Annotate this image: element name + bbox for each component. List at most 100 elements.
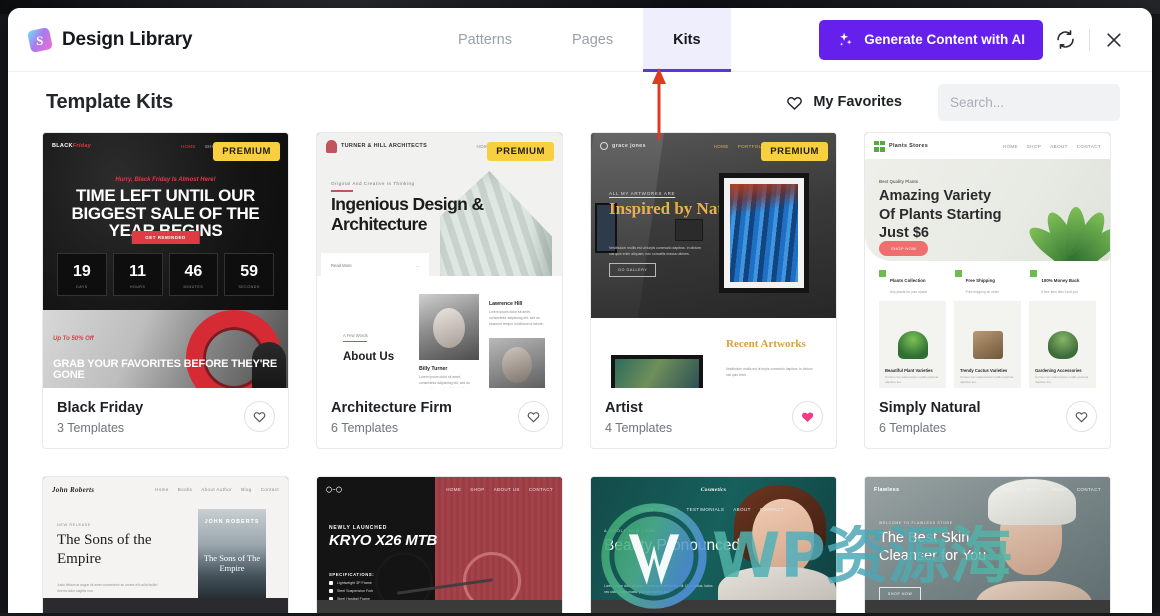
kits-grid: BLACKFriday HOMESHOPABOUTCONTACT Hurry, … xyxy=(42,132,1118,613)
product-sub: Cursus nec ullamcorper mattis pulvinar d… xyxy=(960,375,1015,385)
preview-kicker: WELCOME TO FLAWLESS STORE xyxy=(879,521,953,525)
logo-mark-icon xyxy=(874,141,885,152)
ai-button-label: Generate Content with AI xyxy=(864,32,1025,47)
kit-thumbnail[interactable]: John Roberts HomeBooksAbout AuthorBlogCo… xyxy=(43,477,288,613)
countdown-value: 59 xyxy=(225,264,273,280)
kit-card-black-friday[interactable]: BLACKFriday HOMESHOPABOUTCONTACT Hurry, … xyxy=(42,132,289,449)
preview-products: Beautiful Plant Varieties Cursus nec ull… xyxy=(879,301,1096,388)
preview-footer-band xyxy=(865,600,1110,613)
feature-icon xyxy=(1030,270,1037,277)
logo-mark-icon xyxy=(326,140,337,153)
kit-thumbnail[interactable]: BLACKFriday HOMESHOPABOUTCONTACT Hurry, … xyxy=(43,133,288,388)
search-box[interactable] xyxy=(938,84,1120,121)
preview-cta: GET REMINDED xyxy=(131,231,200,244)
premium-badge: PREMIUM xyxy=(761,142,828,161)
library-toolbar: Template Kits My Favorites xyxy=(8,72,1152,132)
book-author: JOHN ROBERTS xyxy=(198,519,266,525)
close-icon xyxy=(1104,30,1124,50)
preview-kicker: Original And Creative In Thinking xyxy=(331,181,415,186)
countdown-cell: 11 HOURS xyxy=(113,253,163,296)
modal-header: S Design Library Patterns Pages Kits Gen… xyxy=(8,8,1152,72)
my-favorites-button[interactable]: My Favorites xyxy=(785,93,902,112)
preview-nav: Cosmetics xyxy=(591,477,836,503)
preview-logo-text: Plants Stores xyxy=(889,143,928,149)
preview-nav-links: HOMESHOPABOUTCONTACT xyxy=(1003,487,1101,492)
countdown-cell: 19 DAYS xyxy=(57,253,107,296)
countdown-label: SECONDS xyxy=(225,285,273,289)
kit-card-flawless[interactable]: Flawless HOMESHOPABOUTCONTACT WELCOME TO… xyxy=(864,476,1111,613)
feature-item: Free Shipping Free shipping on order xyxy=(955,269,1021,295)
preview-cosmetics: Cosmetics HOMESHOPTESTIMONIALSABOUTCONTA… xyxy=(591,477,836,613)
refresh-button[interactable] xyxy=(1043,18,1087,62)
kit-thumbnail[interactable]: ◯–◯ HOMESHOPABOUT USCONTACT NEWLY LAUNCH… xyxy=(317,477,562,613)
kit-thumbnail[interactable]: Plants Stores HOMESHOPABOUTCONTACT xyxy=(865,133,1110,388)
countdown-label: DAYS xyxy=(58,285,106,289)
preview-section-title: Recent Artworks xyxy=(726,338,806,350)
bike-icon: ◯–◯ xyxy=(326,487,342,493)
preview-person-body: Lorem ipsum dolor sit amet, consectetur … xyxy=(489,310,547,327)
brand: S Design Library xyxy=(8,29,428,51)
preview-kicker: NEW RELEASE xyxy=(57,523,91,527)
kit-template-count: 4 Templates xyxy=(605,421,784,435)
kit-card-footer: Black Friday 3 Templates xyxy=(43,388,288,448)
kit-card-bike-store[interactable]: ◯–◯ HOMESHOPABOUT USCONTACT NEWLY LAUNCH… xyxy=(316,476,563,613)
preview-headline: The Sons of the Empire xyxy=(57,531,177,571)
logo-mark-icon xyxy=(600,142,608,150)
kit-thumbnail[interactable]: grace jones HOMEPORTFOLIOABOUTCONTACT AL… xyxy=(591,133,836,388)
tab-pages[interactable]: Pages xyxy=(542,8,643,72)
preview-person-1: Lawrence Hill xyxy=(489,301,522,307)
kit-card-footer: Simply Natural 6 Templates xyxy=(865,388,1110,448)
preview-logo-text: TURNER & HILL ARCHITECTS xyxy=(341,143,427,149)
preview-nav: John Roberts HomeBooksAbout AuthorBlogCo… xyxy=(43,477,288,503)
product-sub: Cursus nec ullamcorper mattis pulvinar d… xyxy=(885,375,940,385)
preview-kicker: Hurry, Black Friday Is Almost Here! xyxy=(43,177,288,183)
preview-nav: Plants Stores HOMESHOPABOUTCONTACT xyxy=(865,133,1110,159)
heart-outline-icon xyxy=(526,409,541,424)
preview-kicker: Best Quality Plants xyxy=(879,179,918,184)
preview-kicker: A WHOLE NEW LOOK xyxy=(604,529,656,533)
wall-art-graphic xyxy=(675,219,703,241)
kit-thumbnail[interactable]: Cosmetics HOMESHOPTESTIMONIALSABOUTCONTA… xyxy=(591,477,836,613)
product-title: Trendy Cactus Varieties xyxy=(960,368,1007,373)
tab-patterns[interactable]: Patterns xyxy=(428,8,542,72)
toolbar-right: My Favorites xyxy=(785,84,1120,121)
feature-title: 100% Money Back xyxy=(1041,278,1079,283)
favorite-toggle-button[interactable] xyxy=(518,401,549,432)
countdown-label: HOURS xyxy=(114,285,162,289)
kit-template-count: 6 Templates xyxy=(331,421,510,435)
kit-template-count: 6 Templates xyxy=(879,421,1058,435)
preview-author: John Roberts HomeBooksAbout AuthorBlogCo… xyxy=(43,477,288,613)
spec-item: Lightweight 3P Frame xyxy=(329,581,372,585)
search-input[interactable] xyxy=(950,95,1127,110)
preview-black-friday: BLACKFriday HOMESHOPABOUTCONTACT Hurry, … xyxy=(43,133,288,388)
framed-artwork-graphic xyxy=(719,173,809,293)
header-divider xyxy=(1089,29,1090,51)
generate-content-with-ai-button[interactable]: Generate Content with AI xyxy=(819,20,1043,60)
tab-kits[interactable]: Kits xyxy=(643,8,730,72)
kit-template-count: 3 Templates xyxy=(57,421,236,435)
preview-person-2: Billy Turner xyxy=(419,366,447,372)
kit-card-simply-natural[interactable]: Plants Stores HOMESHOPABOUTCONTACT xyxy=(864,132,1111,449)
preview-body: Vestibulum mollis est ut turpis commodo … xyxy=(609,245,701,258)
kit-card-artist[interactable]: grace jones HOMEPORTFOLIOABOUTCONTACT AL… xyxy=(590,132,837,449)
preview-architecture-firm: TURNER & HILL ARCHITECTS HOMEABOUTSERVIC… xyxy=(317,133,562,388)
preview-logo: Flawless xyxy=(874,487,899,493)
kit-card-architecture-firm[interactable]: TURNER & HILL ARCHITECTS HOMEABOUTSERVIC… xyxy=(316,132,563,449)
feature-item: 100% Money Back If free item didn't suit… xyxy=(1030,269,1096,295)
kit-card-cosmetics[interactable]: Cosmetics HOMESHOPTESTIMONIALSABOUTCONTA… xyxy=(590,476,837,613)
countdown-value: 19 xyxy=(58,264,106,280)
favorite-toggle-button[interactable] xyxy=(244,401,275,432)
kit-title: Artist xyxy=(605,399,784,419)
favorite-toggle-button[interactable] xyxy=(792,401,823,432)
feature-item: Plants Collection Any plants for your sp… xyxy=(879,269,945,295)
preview-features: Plants Collection Any plants for your sp… xyxy=(879,269,1096,295)
feature-icon xyxy=(955,270,962,277)
kit-thumbnail[interactable]: Flawless HOMESHOPABOUTCONTACT WELCOME TO… xyxy=(865,477,1110,613)
favorite-toggle-button[interactable] xyxy=(1066,401,1097,432)
preview-flawless: Flawless HOMESHOPABOUTCONTACT WELCOME TO… xyxy=(865,477,1110,613)
portrait-graphic xyxy=(489,338,545,388)
preview-headline: Ingenious Design & Architecture xyxy=(331,195,546,234)
close-button[interactable] xyxy=(1092,18,1136,62)
kit-thumbnail[interactable]: TURNER & HILL ARCHITECTS HOMEABOUTSERVIC… xyxy=(317,133,562,388)
kit-card-author[interactable]: John Roberts HomeBooksAbout AuthorBlogCo… xyxy=(42,476,289,613)
